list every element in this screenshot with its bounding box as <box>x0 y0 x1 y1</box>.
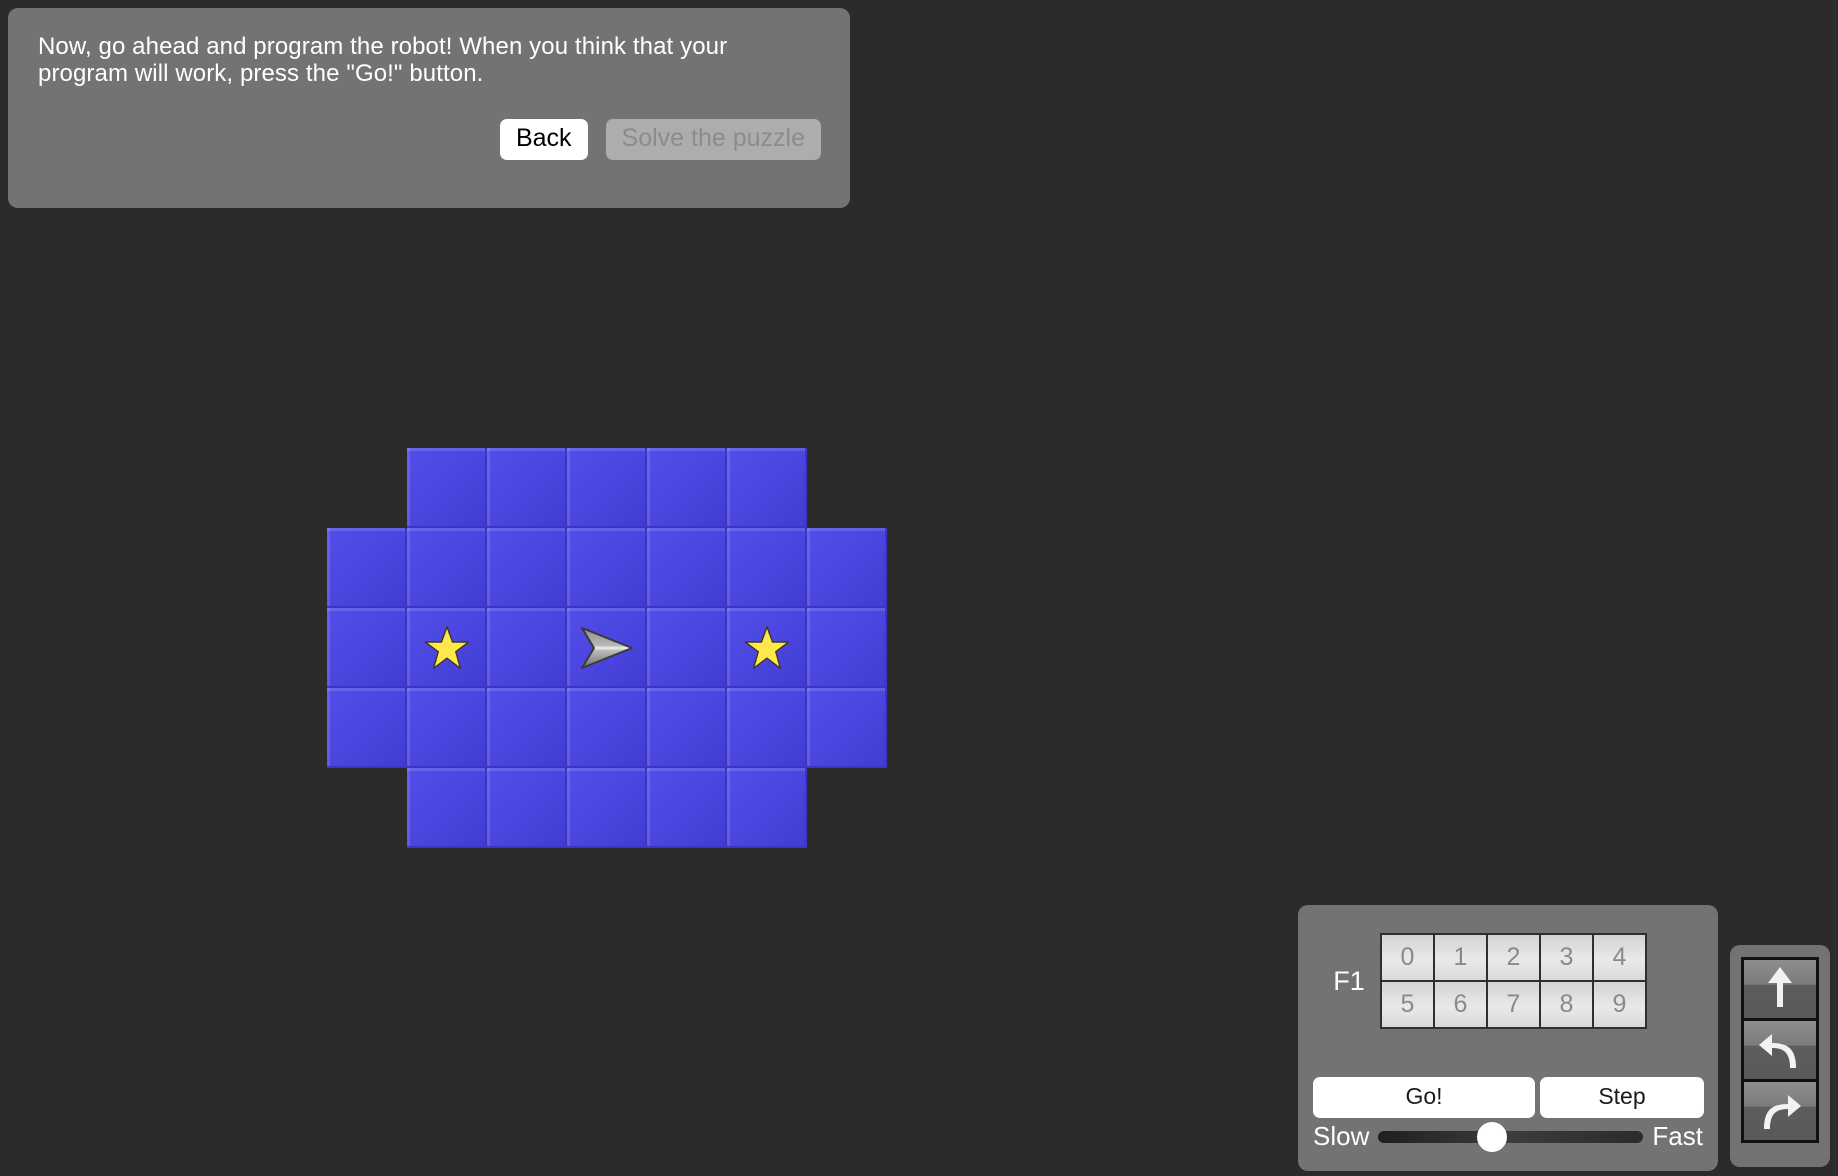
game-screen: Now, go ahead and program the robot! Whe… <box>0 0 1838 1176</box>
board-tile-r1-c2[interactable] <box>487 528 567 608</box>
board-tile-r2-c4[interactable] <box>647 608 727 688</box>
instruction-text: Now, go ahead and program the robot! Whe… <box>38 33 728 87</box>
dialog-button-row: Back Solve the puzzle <box>499 119 821 160</box>
board-tile-r3-c1[interactable] <box>407 688 487 768</box>
speed-fast-label: Fast <box>1652 1121 1703 1151</box>
function-label-f1: F1 <box>1333 965 1365 996</box>
speed-slider-thumb[interactable] <box>1477 1121 1508 1152</box>
board-tile-r4-c2[interactable] <box>487 768 567 848</box>
board-tile-r0-c5[interactable] <box>727 448 807 528</box>
program-slot-3[interactable]: 3 <box>1541 935 1592 980</box>
function-row: F1 01234 56789 <box>1318 933 1647 1029</box>
step-button[interactable]: Step <box>1540 1077 1704 1118</box>
board-tile-r4-c5[interactable] <box>727 768 807 848</box>
board-tile-r2-c0[interactable] <box>327 608 407 688</box>
board-tile-r3-c3[interactable] <box>567 688 647 768</box>
board-tile-r3-c0[interactable] <box>327 688 407 768</box>
command-button-stack <box>1741 957 1819 1143</box>
speed-slider-row: Slow Fast <box>1313 1121 1703 1152</box>
star-goal-1 <box>727 608 807 688</box>
turn-left-arrow-icon <box>1756 1025 1804 1076</box>
program-slot-grid: 01234 56789 <box>1380 933 1647 1029</box>
command-button-move-forward[interactable] <box>1744 960 1816 1018</box>
board-tile-r2-c6[interactable] <box>807 608 887 688</box>
speed-slider[interactable] <box>1378 1121 1644 1152</box>
board-tile-r2-c2[interactable] <box>487 608 567 688</box>
instruction-dialog: Now, go ahead and program the robot! Whe… <box>8 8 850 208</box>
board-tile-r1-c5[interactable] <box>727 528 807 608</box>
program-slot-9[interactable]: 9 <box>1594 982 1645 1027</box>
solve-the-puzzle-button: Solve the puzzle <box>605 119 821 160</box>
command-palette <box>1730 945 1830 1167</box>
board-tile-r4-c4[interactable] <box>647 768 727 848</box>
program-slot-2[interactable]: 2 <box>1488 935 1539 980</box>
board-tile-r3-c2[interactable] <box>487 688 567 768</box>
board-tile-r1-c6[interactable] <box>807 528 887 608</box>
board-tile-r0-c4[interactable] <box>647 448 727 528</box>
run-button-row: Go! Step <box>1313 1077 1704 1118</box>
turn-right-arrow-icon <box>1756 1086 1804 1137</box>
board-tile-r1-c0[interactable] <box>327 528 407 608</box>
program-slot-7[interactable]: 7 <box>1488 982 1539 1027</box>
board-tile-r0-c1[interactable] <box>407 448 487 528</box>
board-tile-r0-c2[interactable] <box>487 448 567 528</box>
game-board <box>327 448 887 848</box>
program-slot-5[interactable]: 5 <box>1382 982 1433 1027</box>
board-tile-r1-c1[interactable] <box>407 528 487 608</box>
board-tile-r1-c4[interactable] <box>647 528 727 608</box>
board-tile-r3-c6[interactable] <box>807 688 887 768</box>
board-tile-r3-c5[interactable] <box>727 688 807 768</box>
program-slot-8[interactable]: 8 <box>1541 982 1592 1027</box>
board-tile-r3-c4[interactable] <box>647 688 727 768</box>
command-button-turn-left[interactable] <box>1744 1021 1816 1079</box>
back-button[interactable]: Back <box>499 119 588 160</box>
go-button[interactable]: Go! <box>1313 1077 1535 1118</box>
command-button-turn-right[interactable] <box>1744 1082 1816 1140</box>
program-slot-4[interactable]: 4 <box>1594 935 1645 980</box>
board-tile-r4-c1[interactable] <box>407 768 487 848</box>
arrow-up-icon <box>1759 964 1801 1015</box>
program-slot-1[interactable]: 1 <box>1435 935 1486 980</box>
board-tile-r0-c3[interactable] <box>567 448 647 528</box>
program-slot-0[interactable]: 0 <box>1382 935 1433 980</box>
board-tile-r1-c3[interactable] <box>567 528 647 608</box>
robot-arrow-icon <box>567 608 647 688</box>
star-goal-0 <box>407 608 487 688</box>
program-slot-6[interactable]: 6 <box>1435 982 1486 1027</box>
speed-slow-label: Slow <box>1313 1121 1370 1151</box>
program-control-panel: F1 01234 56789 Go! Step Slow Fast <box>1298 905 1718 1171</box>
board-tile-r4-c3[interactable] <box>567 768 647 848</box>
